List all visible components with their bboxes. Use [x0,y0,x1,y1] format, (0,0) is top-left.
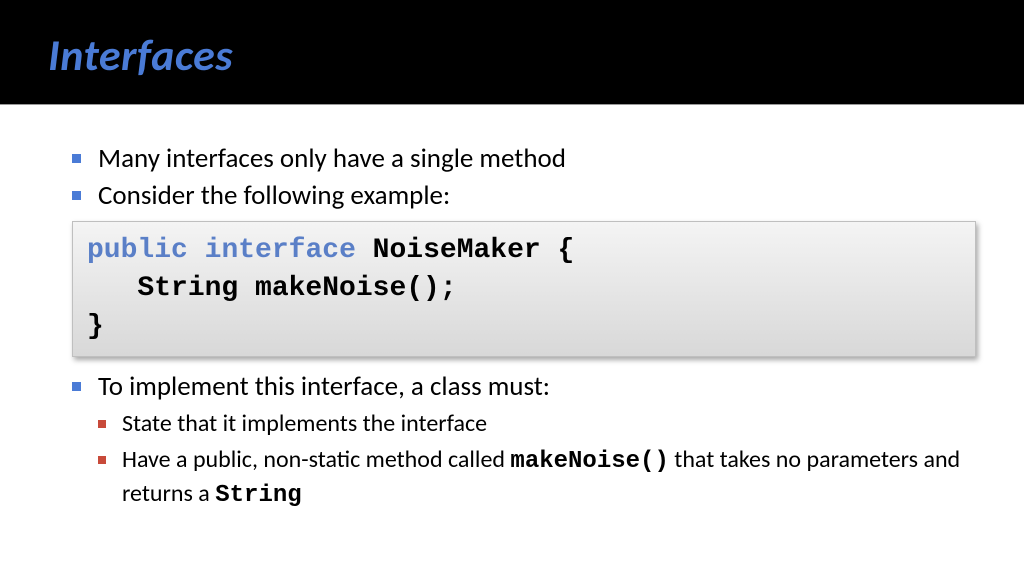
sub-bullet-item: State that it implements the interface [98,408,976,440]
bullet-item: Consider the following example: [72,178,976,213]
code-text: } [87,311,104,342]
inline-code: makeNoise() [510,448,668,475]
code-text: String makeNoise(); [87,273,457,304]
code-text: NoiseMaker { [356,235,574,266]
sub-bullet-list: State that it implements the interface H… [98,408,976,513]
code-block: public interface NoiseMaker { String mak… [72,221,976,356]
bullet-item: Many interfaces only have a single metho… [72,141,976,176]
text: Have a public, non-static method called [122,445,510,474]
bullet-text: To implement this interface, a class mus… [98,370,550,403]
inline-code: String [215,482,301,509]
title-bar: Interfaces [0,0,1024,104]
bullet-list: To implement this interface, a class mus… [72,369,976,513]
slide-title: Interfaces [48,28,976,82]
keyword: public [87,235,188,266]
bullet-item: To implement this interface, a class mus… [72,369,976,513]
bullet-list: Many interfaces only have a single metho… [72,141,976,213]
slide-body: Many interfaces only have a single metho… [0,105,1024,513]
sub-bullet-item: Have a public, non-static method called … [98,444,976,513]
keyword: interface [205,235,356,266]
